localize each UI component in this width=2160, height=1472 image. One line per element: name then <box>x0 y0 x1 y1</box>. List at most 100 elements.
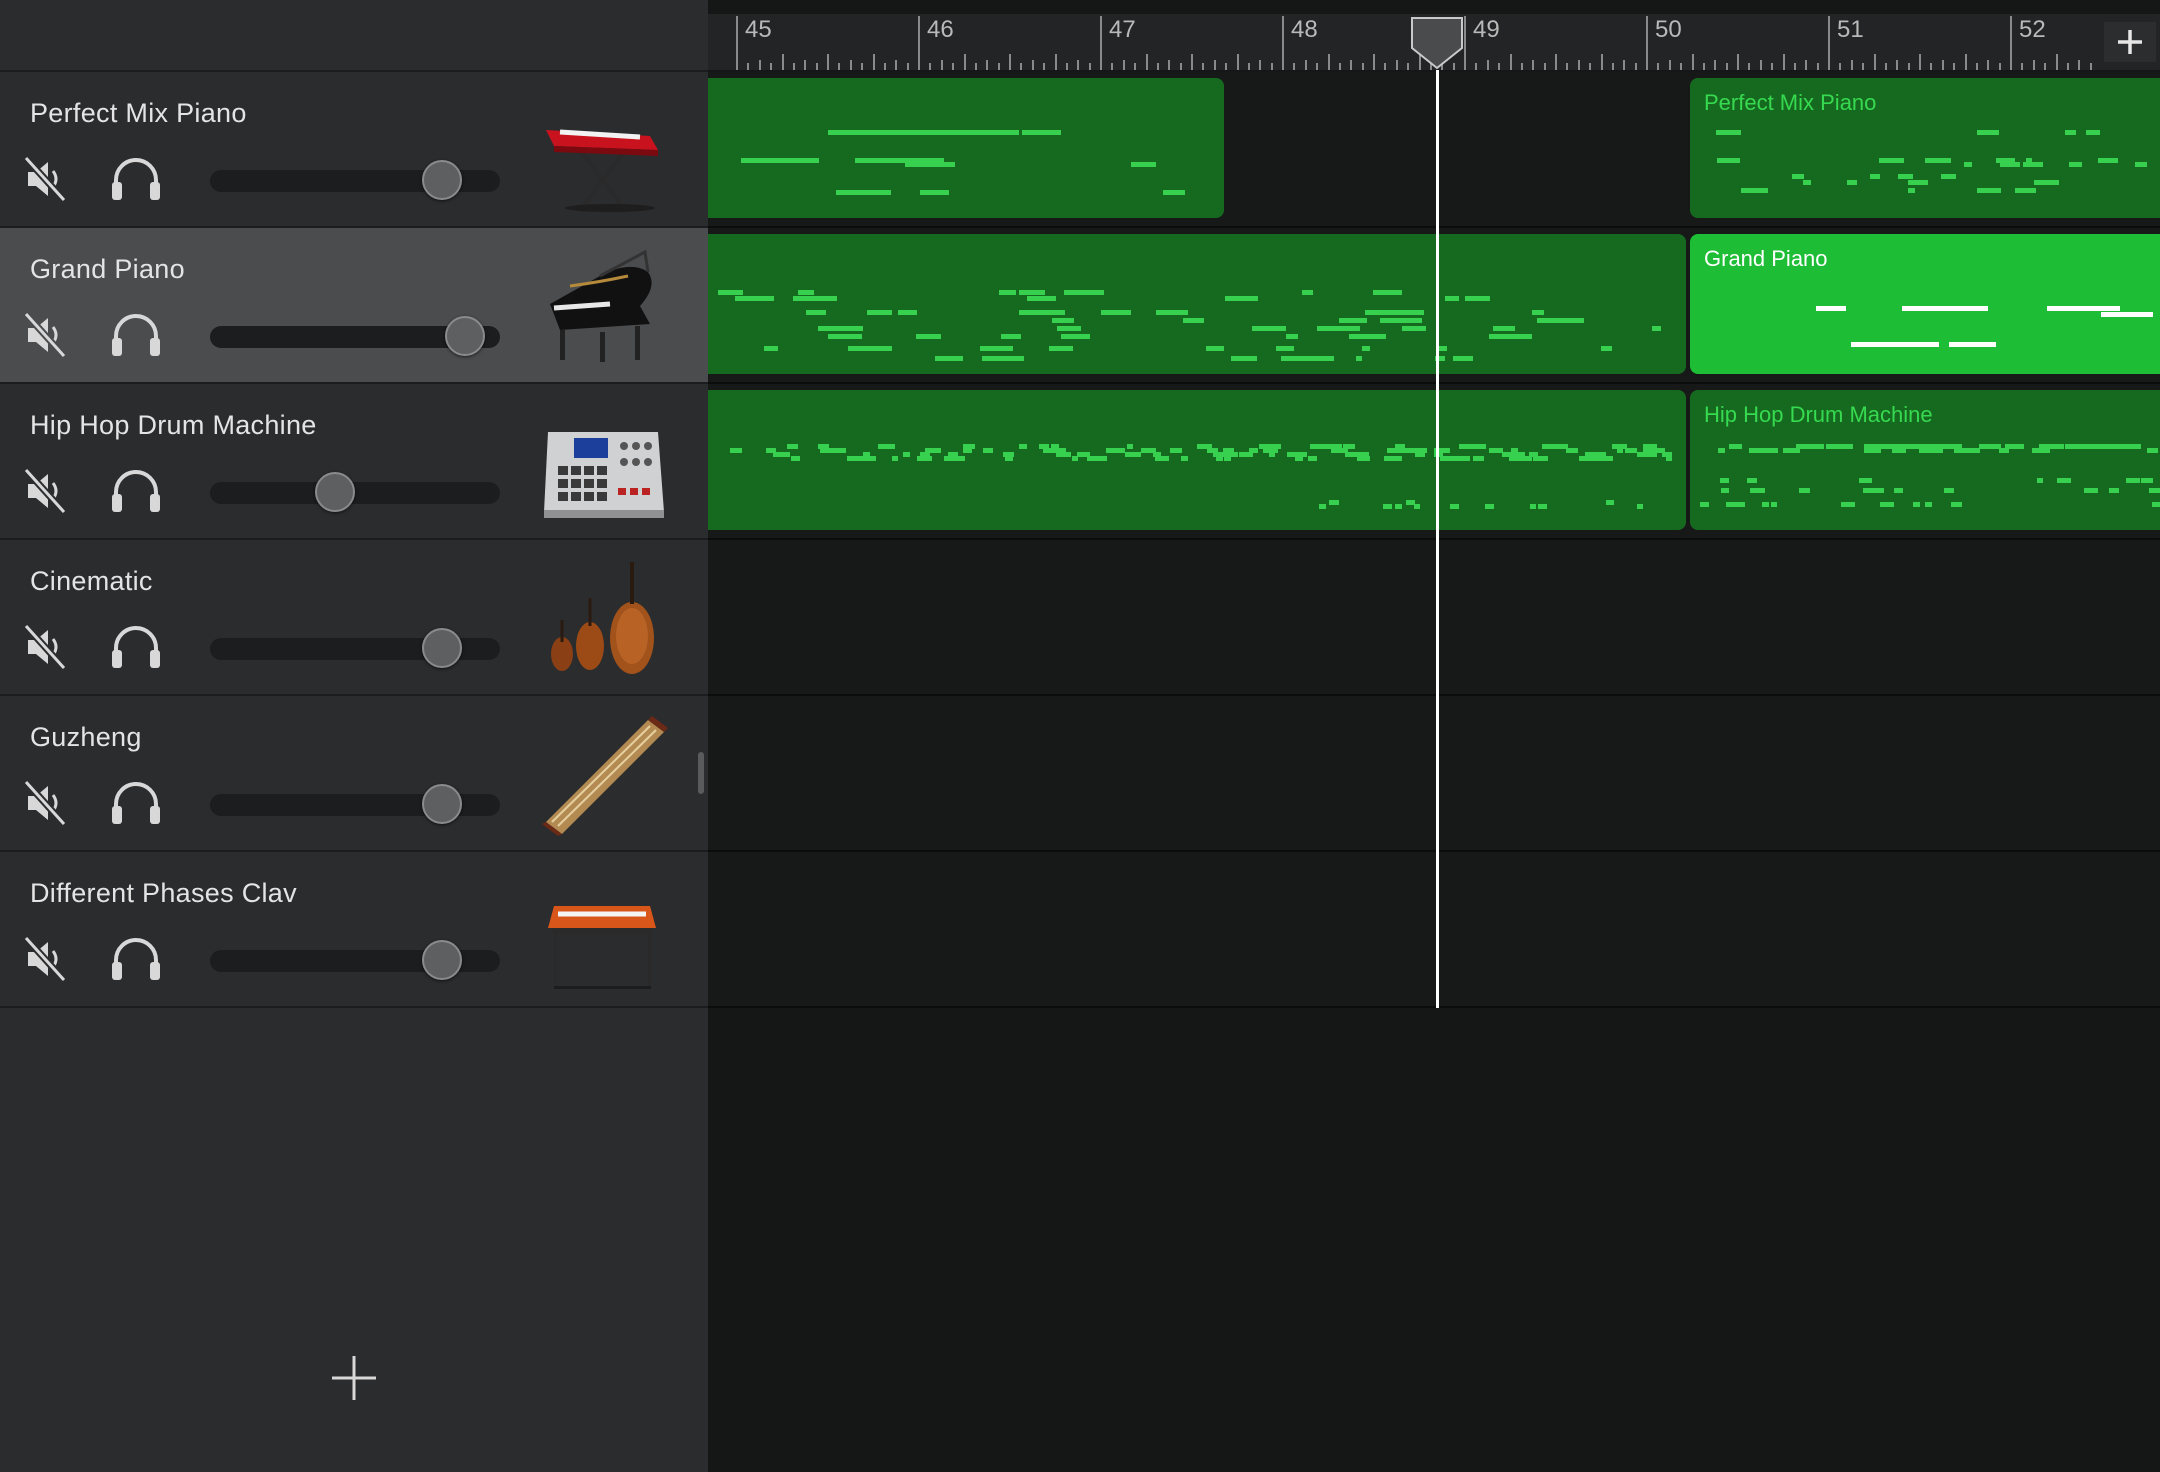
midi-note <box>2140 478 2153 483</box>
track-name: Guzheng <box>30 722 142 752</box>
ruler-tick <box>1111 63 1114 70</box>
midi-note <box>915 334 941 339</box>
headphones-icon[interactable] <box>108 934 164 984</box>
track-name: Hip Hop Drum Machine <box>30 410 317 440</box>
headphones-icon[interactable] <box>108 466 164 516</box>
midi-note <box>1357 456 1371 461</box>
volume-slider[interactable] <box>210 316 500 356</box>
track-header-different-phases-clav[interactable]: Different Phases Clav <box>0 852 708 1008</box>
volume-slider[interactable] <box>210 160 500 200</box>
track-name: Perfect Mix Piano <box>30 98 247 128</box>
midi-note <box>1317 326 1361 331</box>
midi-note <box>963 448 973 453</box>
midi-note <box>2086 130 2101 135</box>
add-track-plus-icon[interactable] <box>326 1350 382 1406</box>
ruler-tick <box>2032 60 2035 70</box>
midi-note <box>1154 456 1164 461</box>
headphones-icon[interactable] <box>108 310 164 360</box>
mute-speaker-icon[interactable] <box>22 310 72 360</box>
ruler-tick <box>929 63 932 70</box>
midi-note <box>1329 444 1341 449</box>
track-lane[interactable] <box>708 540 2160 696</box>
volume-slider[interactable] <box>210 784 500 824</box>
midi-note <box>1027 296 1057 301</box>
headphones-icon[interactable] <box>108 778 164 828</box>
track-header-guzheng[interactable]: Guzheng <box>0 696 708 852</box>
track-header-grand-piano[interactable]: Grand Piano <box>0 228 708 384</box>
midi-note <box>1978 188 2002 193</box>
midi-note <box>1919 448 1944 453</box>
ruler-tick <box>1930 63 1933 70</box>
volume-knob[interactable] <box>422 784 462 824</box>
volume-knob[interactable] <box>422 940 462 980</box>
mute-speaker-icon[interactable] <box>22 778 72 828</box>
track-lane[interactable] <box>708 696 2160 852</box>
track-name: Different Phases Clav <box>30 878 297 908</box>
ruler-tick <box>2021 63 2024 70</box>
bar-number: 45 <box>745 16 772 43</box>
ruler-tick <box>1577 60 1580 70</box>
midi-note <box>1944 488 1955 493</box>
midi-note <box>1170 448 1183 453</box>
midi-note <box>1225 296 1258 301</box>
midi-note <box>1717 158 1740 163</box>
add-section-button[interactable] <box>2104 22 2156 62</box>
mute-speaker-icon[interactable] <box>22 154 72 204</box>
midi-note <box>724 290 743 295</box>
midi-note <box>1275 346 1294 351</box>
volume-knob[interactable] <box>445 316 486 356</box>
midi-note <box>2064 130 2076 135</box>
scroll-handle[interactable] <box>698 752 704 794</box>
mute-speaker-icon[interactable] <box>22 466 72 516</box>
midi-note <box>1612 444 1628 449</box>
volume-slider[interactable] <box>210 940 500 980</box>
ruler-tick <box>1520 63 1523 70</box>
midi-note <box>1636 504 1643 509</box>
volume-slider[interactable] <box>210 472 500 512</box>
ruler-tick <box>2055 54 2058 70</box>
midi-note <box>806 310 827 315</box>
midi-region-perfect-mix-piano[interactable]: Perfect Mix Piano <box>1690 78 2160 218</box>
volume-slider[interactable] <box>210 628 500 668</box>
midi-note <box>1309 444 1322 449</box>
volume-knob[interactable] <box>422 160 462 200</box>
midi-note <box>1339 318 1368 323</box>
midi-note <box>1387 448 1403 453</box>
track-header-perfect-mix-piano[interactable]: Perfect Mix Piano <box>0 72 708 228</box>
midi-region-hip-hop-drum-machine[interactable]: Hip Hop Drum Machine <box>1690 390 2160 530</box>
midi-note <box>2150 448 2159 453</box>
midi-note <box>1948 342 1983 347</box>
playhead-line <box>1436 70 1439 1008</box>
midi-region-perfect-mix-piano[interactable] <box>708 78 1224 218</box>
playhead-handle[interactable] <box>1410 16 1464 70</box>
track-header-hip-hop-drum-machine[interactable]: Hip Hop Drum Machine <box>0 384 708 540</box>
midi-note <box>1940 174 1956 179</box>
ruler-tick <box>1145 54 1148 70</box>
midi-region-grand-piano-selected[interactable]: Grand Piano <box>1690 234 2160 374</box>
midi-note <box>734 296 774 301</box>
ruler-tick <box>1327 54 1330 70</box>
midi-note <box>786 444 798 449</box>
ruler-tick <box>1555 54 1557 70</box>
bar-number: 51 <box>1837 16 1864 43</box>
volume-knob[interactable] <box>422 628 462 668</box>
ruler-tick <box>1782 54 1785 70</box>
headphones-icon[interactable] <box>108 622 164 672</box>
ruler-tick <box>1793 63 1796 70</box>
midi-note <box>1865 342 1919 347</box>
volume-knob[interactable] <box>314 472 355 512</box>
mute-speaker-icon[interactable] <box>22 622 72 672</box>
midi-note <box>1268 452 1275 457</box>
track-header-cinematic[interactable]: Cinematic <box>0 540 708 696</box>
ruler-tick <box>940 60 943 70</box>
mute-speaker-icon[interactable] <box>22 934 72 984</box>
track-lane[interactable] <box>708 852 2160 1008</box>
midi-note <box>1453 356 1474 361</box>
midi-note <box>1307 456 1317 461</box>
ruler-tick <box>1475 63 1478 70</box>
tracks-timeline[interactable]: Perfect Mix Piano Grand Piano Hip Hop Dr… <box>708 72 2160 1008</box>
headphones-icon[interactable] <box>108 154 164 204</box>
ruler-tick <box>838 63 841 70</box>
midi-region-grand-piano[interactable] <box>708 234 1686 374</box>
midi-region-hip-hop-drum-machine[interactable] <box>708 390 1686 530</box>
